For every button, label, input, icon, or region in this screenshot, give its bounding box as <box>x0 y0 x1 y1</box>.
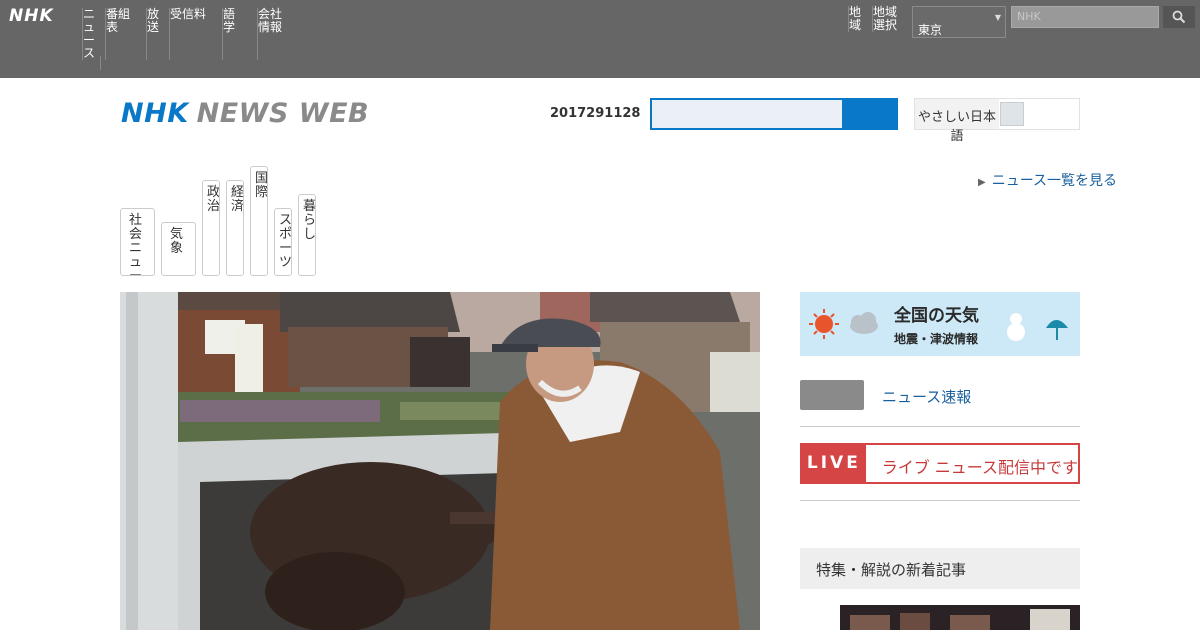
search-icon <box>1172 10 1186 24</box>
live-text: ライブ ニュース配信中です <box>881 458 1078 477</box>
news-list-link-label: ニュース一覧を見る <box>991 173 1118 189</box>
tab-politics[interactable]: 政治 <box>202 180 220 276</box>
global-nav: ニュース 番組表 放送 受信料 語学 会社情報 <box>82 8 304 60</box>
region-select-label: 地域選択 <box>872 6 906 32</box>
tab-weather[interactable]: 気象 <box>161 222 196 276</box>
tab-international[interactable]: 国際 <box>250 166 268 276</box>
global-nav-item[interactable]: 受信料 <box>169 8 217 60</box>
logo-nhk: NHK <box>121 98 189 129</box>
divider <box>800 426 1080 427</box>
sidebar-article-thumbnail[interactable] <box>840 605 1080 630</box>
tab-society[interactable]: 社会ニュース <box>120 208 155 276</box>
weather-title: 全国の天気 <box>894 306 979 326</box>
search-input[interactable] <box>652 100 842 128</box>
global-bar-right: 地域 地域選択 東京 ▼ NHK <box>848 6 1195 38</box>
region-select[interactable]: 東京 ▼ <box>912 6 1006 38</box>
toggle-switch[interactable] <box>999 99 1079 129</box>
category-tabs: 社会ニュース 気象 政治 経済 国際 スポーツ 暮らし <box>120 166 322 276</box>
global-nav-item[interactable]: 番組表 <box>105 8 141 60</box>
easy-japanese-toggle[interactable]: やさしい日本語 <box>914 98 1080 144</box>
global-search-input[interactable]: NHK <box>1011 6 1159 28</box>
divider <box>800 500 1080 501</box>
global-nav-item[interactable]: 放送 <box>146 8 164 60</box>
breaking-news-badge <box>800 380 864 410</box>
region-select-value: 東京 <box>918 23 943 37</box>
region-label[interactable]: 地域 <box>848 6 866 32</box>
news-web-logo[interactable]: NHK NEWS WEB <box>121 98 369 129</box>
breaking-news-link[interactable]: ニュース速報 <box>882 386 971 407</box>
sidebar-section-heading: 特集・解説の新着記事 <box>800 548 1080 589</box>
news-list-link[interactable]: ▶ ニュース一覧を見る <box>978 170 1117 190</box>
global-nav-item[interactable]: 語学 <box>222 8 252 60</box>
top-news-photo[interactable] <box>120 292 760 630</box>
tab-sports[interactable]: スポーツ <box>274 208 292 276</box>
global-search-button[interactable] <box>1163 6 1195 28</box>
global-nav-item[interactable]: 会社情報 <box>257 8 299 60</box>
logo-news-web: NEWS WEB <box>196 98 370 129</box>
triangle-right-icon: ▶ <box>978 177 986 188</box>
wild-boar-photo <box>120 292 760 630</box>
date-label: 2017291128 <box>550 106 641 121</box>
site-search <box>650 98 898 130</box>
chevron-down-icon: ▼ <box>994 13 1001 22</box>
tab-economy[interactable]: 経済 <box>226 180 244 276</box>
nav-divider <box>100 56 101 70</box>
tab-life[interactable]: 暮らし <box>298 194 316 276</box>
live-banner[interactable]: LIVE ライブ ニュース配信中です <box>800 443 1080 484</box>
weather-banner[interactable]: 全国の天気 地震・津波情報 <box>800 292 1080 356</box>
weather-subtitle: 地震・津波情報 <box>894 332 979 346</box>
thumbnail-image <box>840 605 1080 630</box>
nhk-global-logo[interactable]: NHK <box>9 6 54 26</box>
live-badge: LIVE <box>802 445 866 482</box>
global-bar: NHK ニュース 番組表 放送 受信料 語学 会社情報 地域 地域選択 東京 ▼… <box>0 0 1200 78</box>
toggle-label: やさしい日本語 <box>917 110 996 144</box>
global-nav-item[interactable]: ニュース <box>82 8 100 60</box>
toggle-knob <box>1000 102 1024 126</box>
